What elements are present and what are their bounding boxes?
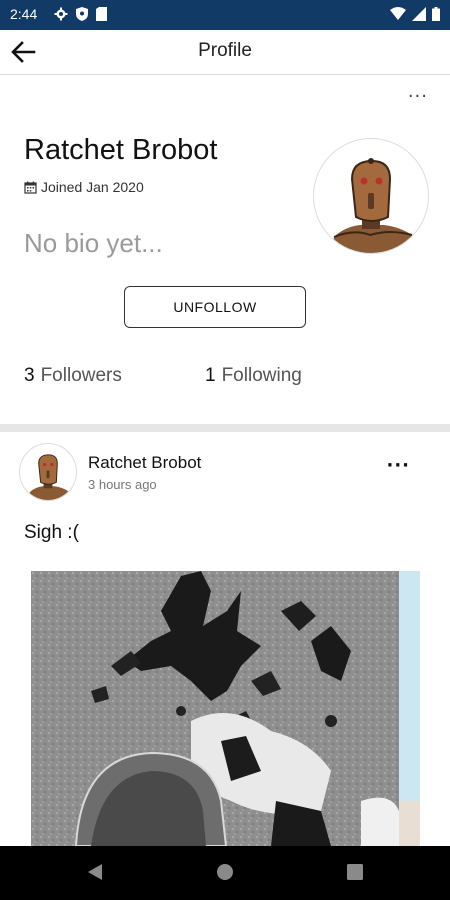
settings-gear-icon xyxy=(54,7,68,21)
joined-text: Joined Jan 2020 xyxy=(41,179,144,195)
post-avatar[interactable] xyxy=(19,443,77,501)
nav-back-icon[interactable] xyxy=(86,863,104,881)
followers-count: 3 xyxy=(24,365,35,386)
nav-home-icon[interactable] xyxy=(216,863,234,881)
joined-date: Joined Jan 2020 xyxy=(24,179,144,195)
robot-avatar-icon xyxy=(332,158,414,253)
following-count: 1 xyxy=(205,365,216,386)
wifi-icon xyxy=(390,7,406,20)
shield-icon xyxy=(76,7,88,21)
following-label: Following xyxy=(221,365,302,386)
followers-label: Followers xyxy=(40,365,122,386)
more-options-icon[interactable]: ··· xyxy=(408,86,428,107)
followers-stat[interactable]: 3 Followers xyxy=(24,365,122,387)
profile-name: Ratchet Brobot xyxy=(24,134,218,166)
calendar-icon xyxy=(24,181,37,194)
post-author[interactable]: Ratchet Brobot xyxy=(88,453,201,473)
unfollow-button[interactable]: UNFOLLOW xyxy=(124,286,306,328)
nav-recents-icon[interactable] xyxy=(346,863,364,881)
post-text: Sigh :( xyxy=(24,522,79,543)
post-timestamp: 3 hours ago xyxy=(88,477,157,492)
status-time: 2:44 xyxy=(10,6,38,22)
profile-bio: No bio yet... xyxy=(24,228,163,258)
following-stat[interactable]: 1 Following xyxy=(205,365,302,387)
post-more-options-icon[interactable]: ··· xyxy=(386,455,410,476)
section-divider xyxy=(0,424,450,432)
profile-avatar[interactable] xyxy=(313,138,429,254)
page-title: Profile xyxy=(198,40,252,61)
post-image[interactable] xyxy=(31,571,420,846)
sim-card-icon xyxy=(96,7,107,21)
app-bar: Profile xyxy=(0,30,450,75)
battery-icon xyxy=(432,7,440,21)
robot-avatar-icon xyxy=(28,454,70,500)
signal-icon xyxy=(412,7,426,21)
status-bar: 2:44 xyxy=(0,0,450,30)
system-nav-bar xyxy=(0,846,450,900)
